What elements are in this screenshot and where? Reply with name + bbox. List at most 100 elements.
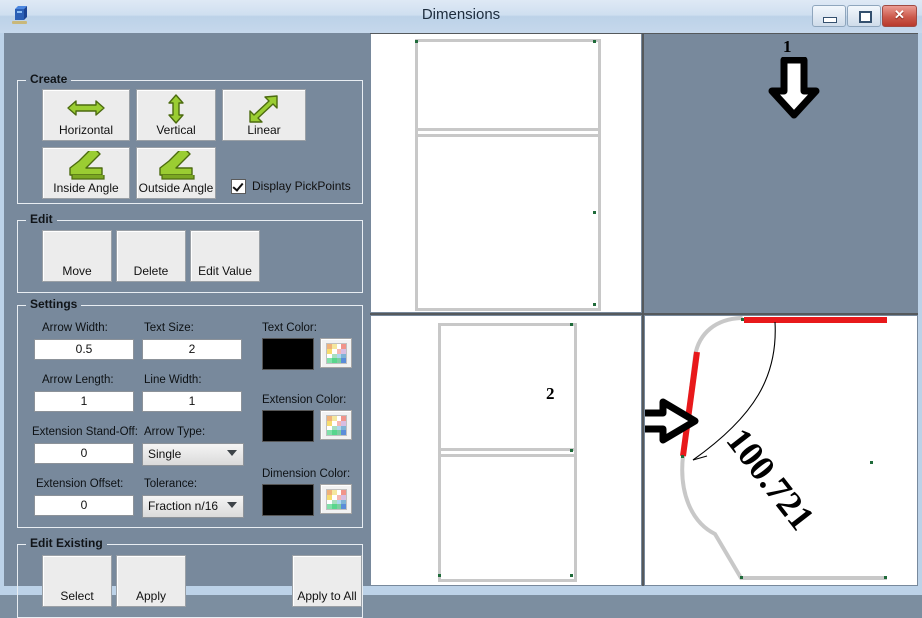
window-title: Dimensions bbox=[421, 6, 501, 23]
line-width-input[interactable]: 1 bbox=[142, 391, 242, 412]
outside-angle-label: Outside Angle bbox=[138, 181, 214, 195]
pick-point bbox=[570, 574, 573, 577]
color-picker-icon bbox=[326, 489, 347, 510]
vertical-dimension-label: Vertical bbox=[156, 123, 196, 137]
arrow-type-label: Arrow Type: bbox=[144, 426, 206, 438]
down-arrow-annotation-icon bbox=[768, 57, 820, 119]
drawing-canvas bbox=[680, 316, 887, 580]
delete-label: Delete bbox=[133, 264, 169, 278]
text-color-label: Text Color: bbox=[262, 322, 317, 334]
color-picker-icon bbox=[326, 415, 347, 436]
text-size-label: Text Size: bbox=[144, 322, 194, 334]
vertical-arrow-icon bbox=[168, 94, 184, 124]
extension-standoff-label: Extension Stand-Off: bbox=[32, 426, 138, 438]
horizontal-dimension-button[interactable]: Horizontal bbox=[42, 89, 130, 141]
geometry-rect bbox=[438, 323, 577, 457]
client-area: Create Horizontal Vertical Linear Inside… bbox=[4, 33, 918, 618]
controls-panel: Create Horizontal Vertical Linear Inside… bbox=[4, 33, 370, 618]
arrow-length-label: Arrow Length: bbox=[42, 374, 114, 386]
edit-group-label: Edit bbox=[26, 212, 57, 226]
line-width-label: Line Width: bbox=[144, 374, 202, 386]
settings-group-label: Settings bbox=[26, 297, 82, 311]
geometry-rect bbox=[415, 128, 601, 311]
edit-existing-group: Edit Existing Select Apply Apply to All bbox=[17, 536, 363, 618]
tolerance-label: Tolerance: bbox=[144, 478, 198, 490]
application-window: Dimensions ✕ Create Horizontal Vertical … bbox=[0, 0, 922, 618]
marker-label-2: 2 bbox=[546, 384, 555, 403]
title-bar: Dimensions ✕ bbox=[0, 0, 922, 34]
arrow-width-label: Arrow Width: bbox=[42, 322, 108, 334]
pick-point bbox=[570, 323, 573, 326]
edit-value-label: Edit Value bbox=[198, 264, 252, 278]
viewport-container: 1 2 100.721 bbox=[370, 33, 918, 586]
inside-angle-button[interactable]: Inside Angle bbox=[42, 147, 130, 199]
outside-angle-button[interactable]: Outside Angle bbox=[136, 147, 216, 199]
extension-offset-input[interactable]: 0 bbox=[34, 495, 134, 516]
diagonal-arrow-icon bbox=[249, 95, 278, 123]
inside-angle-label: Inside Angle bbox=[53, 181, 119, 195]
extension-color-label: Extension Color: bbox=[262, 394, 347, 406]
viewport-top-left[interactable] bbox=[371, 34, 641, 312]
vertical-dimension-button[interactable]: Vertical bbox=[136, 89, 216, 141]
apply-to-all-button[interactable]: Apply to All bbox=[292, 555, 362, 607]
delete-button[interactable]: Delete bbox=[116, 230, 186, 282]
horizontal-arrow-icon bbox=[67, 100, 105, 116]
extension-color-picker-button[interactable] bbox=[320, 410, 352, 440]
maximize-button[interactable] bbox=[847, 5, 881, 27]
tolerance-value: Fraction n/16 bbox=[148, 499, 219, 513]
color-picker-icon bbox=[326, 343, 347, 364]
linear-dimension-label: Linear bbox=[247, 123, 281, 137]
create-group: Create Horizontal Vertical Linear Inside… bbox=[17, 72, 363, 204]
text-color-picker-button[interactable] bbox=[320, 338, 352, 368]
extension-standoff-input[interactable]: 0 bbox=[34, 443, 134, 464]
dimension-color-picker-button[interactable] bbox=[320, 484, 352, 514]
edit-group: Edit Move Delete Edit Value bbox=[17, 212, 363, 293]
inside-angle-icon bbox=[69, 151, 105, 180]
viewport-bottom-left[interactable]: 2 bbox=[371, 316, 641, 585]
chevron-down-icon bbox=[227, 450, 237, 456]
horizontal-dimension-label: Horizontal bbox=[58, 123, 114, 137]
apply-to-all-label: Apply to All bbox=[297, 589, 357, 603]
maximize-icon bbox=[859, 11, 872, 23]
dimension-color-swatch[interactable] bbox=[262, 484, 314, 516]
geometry-rect bbox=[438, 448, 577, 582]
create-group-label: Create bbox=[26, 72, 72, 86]
apply-label: Apply bbox=[135, 589, 167, 603]
extension-color-swatch[interactable] bbox=[262, 410, 314, 442]
right-arrow-annotation-icon bbox=[645, 398, 699, 444]
minimize-button[interactable] bbox=[812, 5, 846, 27]
arrow-type-value: Single bbox=[148, 447, 182, 461]
pick-point bbox=[593, 40, 596, 43]
tolerance-select[interactable]: Fraction n/16 bbox=[142, 495, 244, 518]
select-button[interactable]: Select bbox=[42, 555, 112, 607]
edit-value-button[interactable]: Edit Value bbox=[190, 230, 260, 282]
checkbox-checked-icon bbox=[231, 178, 246, 194]
pick-point bbox=[438, 574, 441, 577]
move-label: Move bbox=[62, 264, 92, 278]
viewport-vertical-divider[interactable] bbox=[642, 33, 644, 586]
select-label: Select bbox=[60, 589, 94, 603]
text-size-input[interactable]: 2 bbox=[142, 339, 242, 360]
linear-dimension-button[interactable]: Linear bbox=[222, 89, 306, 141]
minimize-icon bbox=[823, 17, 837, 23]
close-icon: ✕ bbox=[894, 7, 905, 22]
apply-button[interactable]: Apply bbox=[116, 555, 186, 607]
arrow-width-input[interactable]: 0.5 bbox=[34, 339, 134, 360]
chevron-down-icon bbox=[227, 502, 237, 508]
marker-label-1: 1 bbox=[783, 37, 792, 56]
viewport-horizontal-divider[interactable] bbox=[370, 313, 918, 315]
dimension-color-label: Dimension Color: bbox=[262, 468, 351, 480]
pick-point bbox=[593, 211, 596, 214]
display-pickpoints-checkbox[interactable]: Display PickPoints bbox=[231, 177, 351, 195]
move-button[interactable]: Move bbox=[42, 230, 112, 282]
edit-existing-group-label: Edit Existing bbox=[26, 536, 107, 550]
close-button[interactable]: ✕ bbox=[882, 5, 917, 27]
arrow-length-input[interactable]: 1 bbox=[34, 391, 134, 412]
viewport-bottom-right[interactable]: 100.721 50 bbox=[645, 316, 917, 585]
extension-offset-label: Extension Offset: bbox=[36, 478, 124, 490]
arrow-type-select[interactable]: Single bbox=[142, 443, 244, 466]
window-frame-right bbox=[918, 33, 922, 595]
text-color-swatch[interactable] bbox=[262, 338, 314, 370]
viewport-top-right[interactable]: 1 bbox=[645, 34, 917, 312]
pick-point bbox=[570, 449, 573, 452]
